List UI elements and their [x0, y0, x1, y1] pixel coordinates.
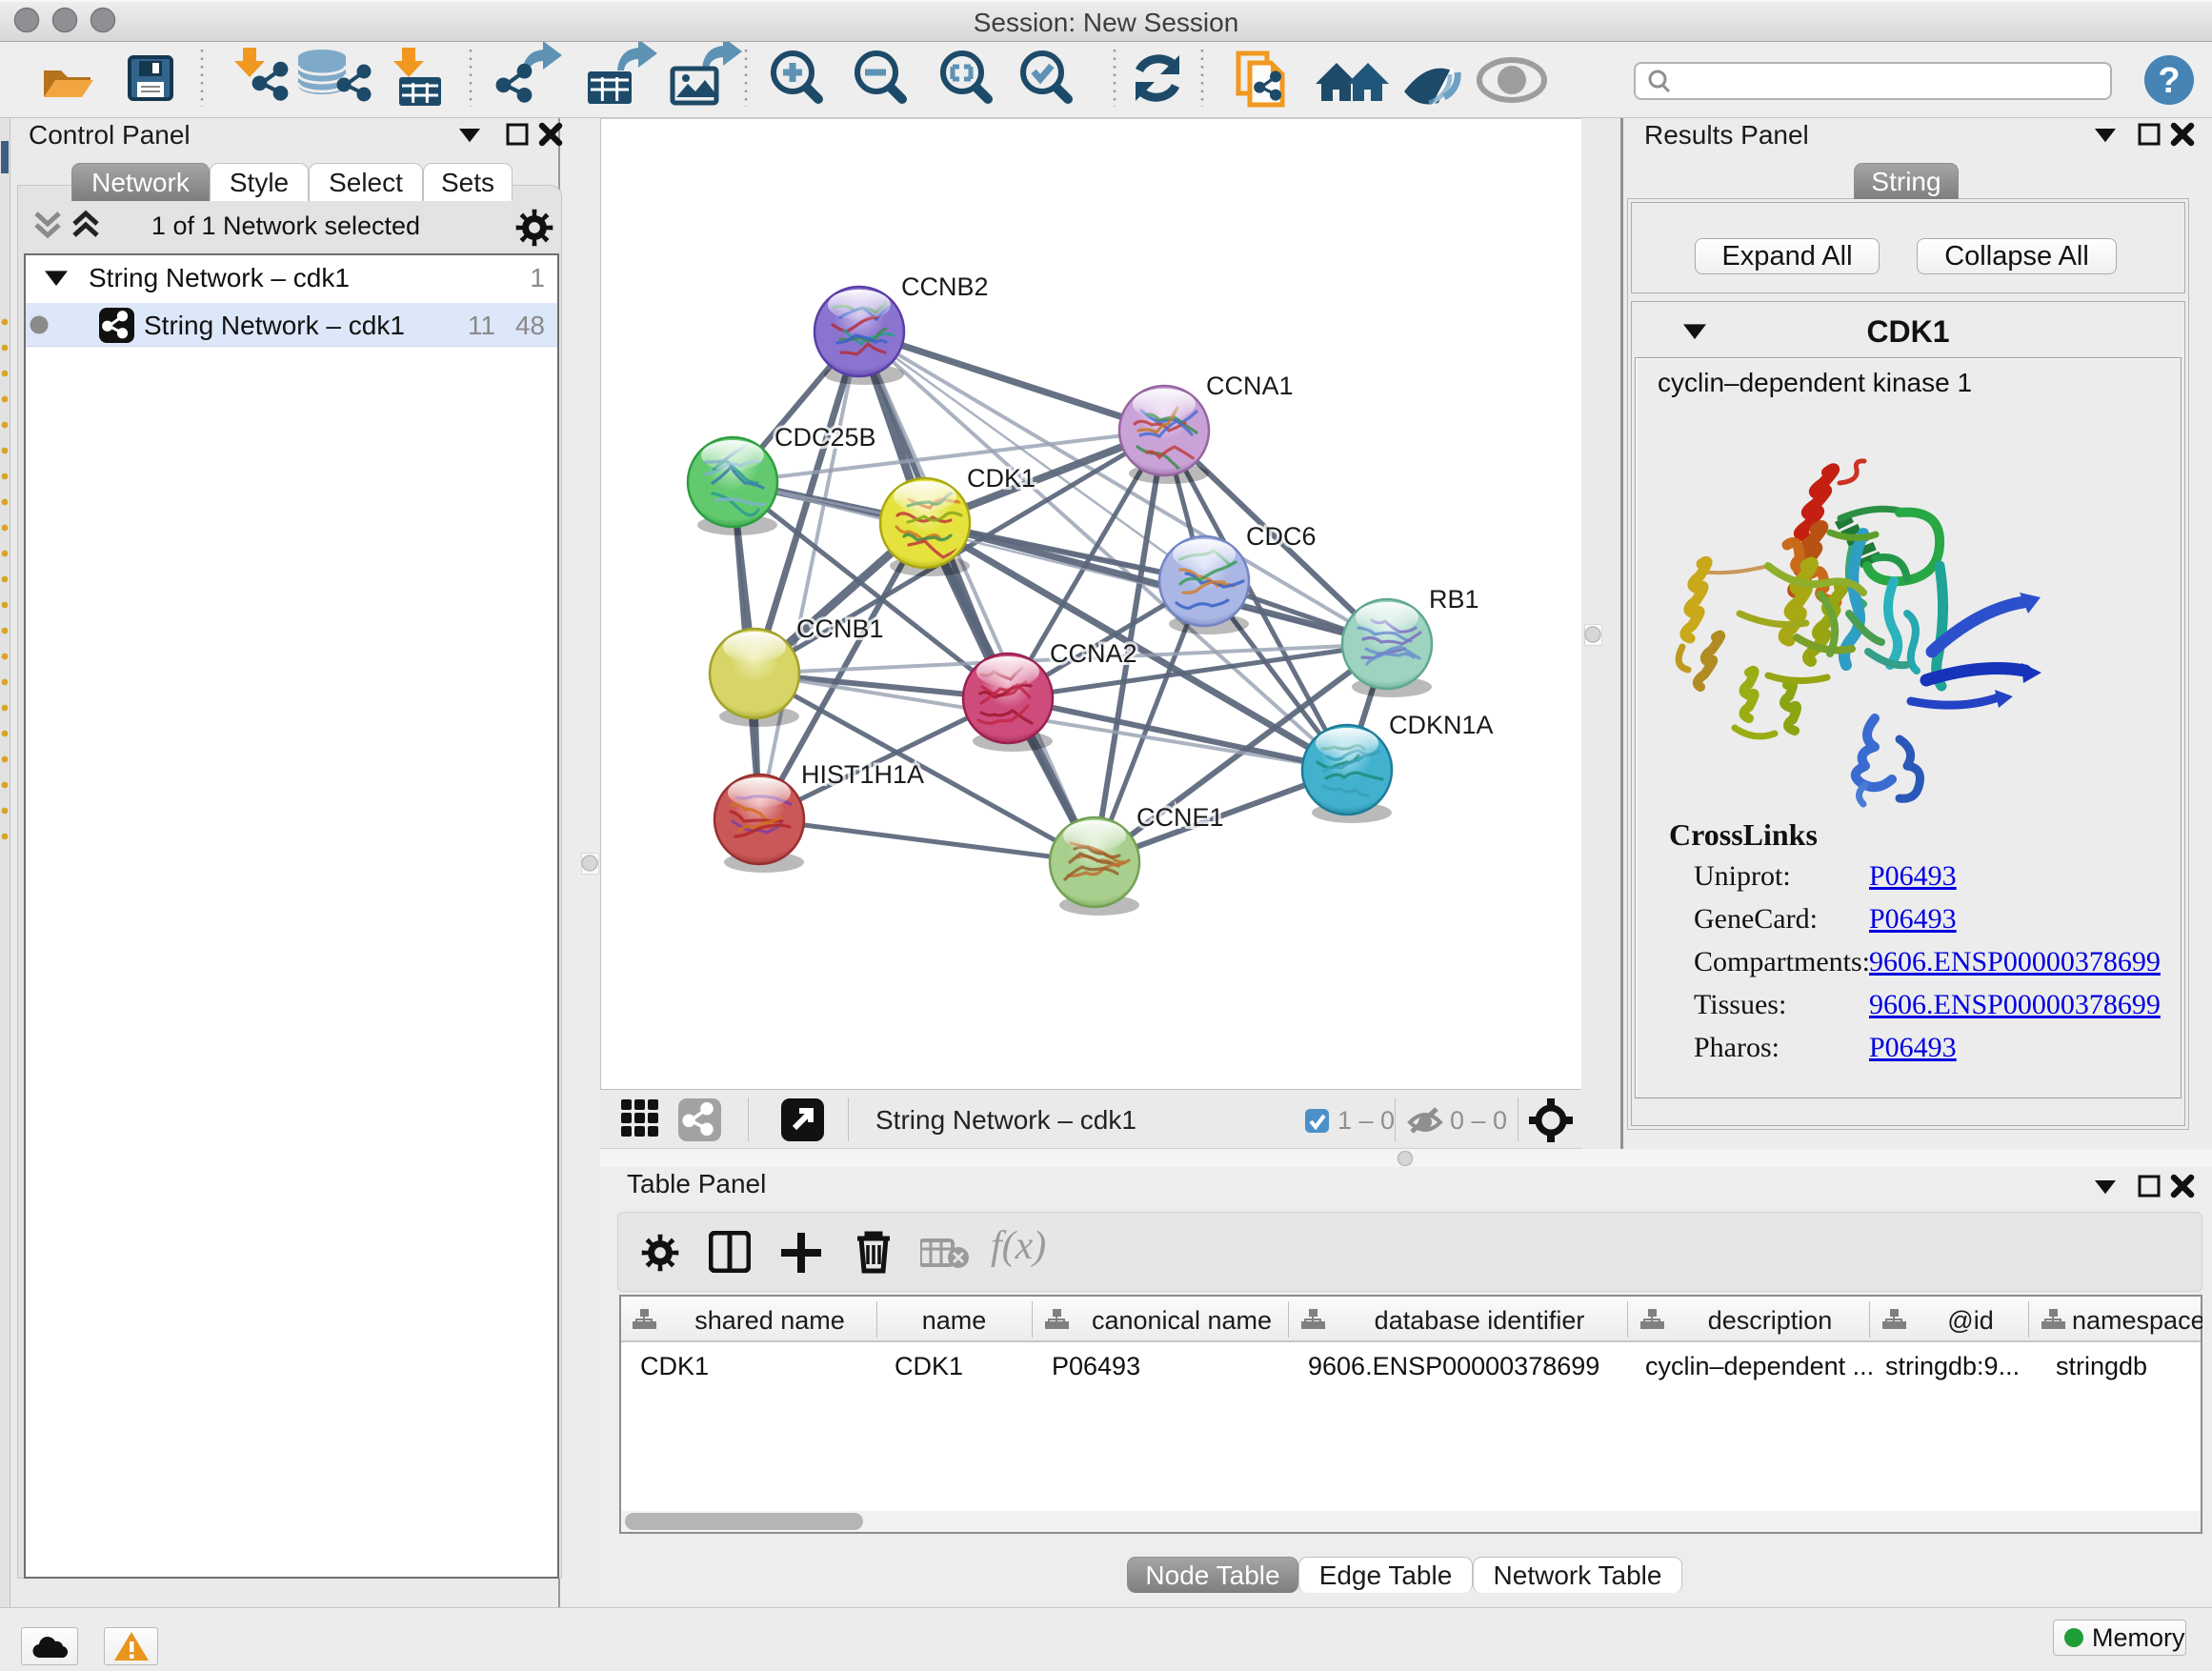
svg-text:CDC25B: CDC25B — [774, 423, 876, 452]
svg-text:?: ? — [2158, 61, 2180, 101]
svg-text:RB1: RB1 — [1429, 585, 1479, 614]
svg-text:CCNB2: CCNB2 — [901, 272, 989, 301]
svg-text:CCNA2: CCNA2 — [1050, 639, 1137, 668]
svg-text:CCNA1: CCNA1 — [1206, 372, 1294, 400]
svg-text:HIST1H1A: HIST1H1A — [801, 760, 924, 789]
svg-text:CDKN1A: CDKN1A — [1389, 711, 1494, 739]
svg-text:CDK1: CDK1 — [967, 464, 1036, 493]
svg-text:CCNE1: CCNE1 — [1136, 803, 1224, 832]
svg-text:CCNB1: CCNB1 — [796, 614, 884, 643]
svg-text:CDC6: CDC6 — [1246, 522, 1317, 551]
